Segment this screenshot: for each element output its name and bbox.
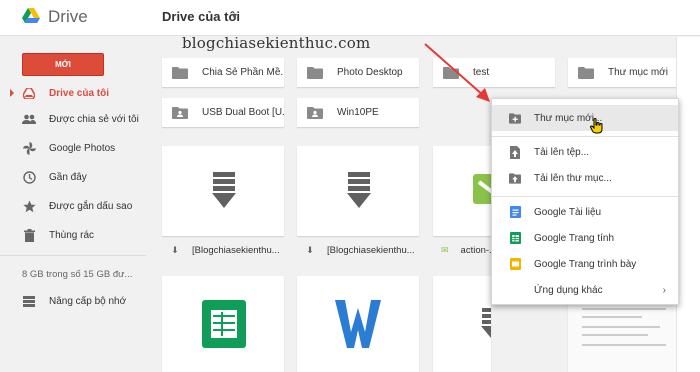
menu-item-more-apps[interactable]: Ứng dụng khác › <box>492 277 678 303</box>
chevron-right-icon: › <box>662 284 666 296</box>
hand-cursor-icon <box>590 118 603 134</box>
menu-divider <box>492 196 678 197</box>
new-folder-icon <box>509 112 521 124</box>
menu-item-google-slides[interactable]: Google Trang trình bày <box>492 251 678 277</box>
menu-item-label: Google Tài liệu <box>534 206 602 218</box>
new-context-menu: Thư mục mới... Tải lên tệp... Tải lên th… <box>491 98 679 305</box>
menu-item-label: Tải lên thư mục... <box>534 172 612 184</box>
google-sheets-icon <box>509 232 521 244</box>
menu-divider <box>492 136 678 137</box>
more-apps-icon <box>509 284 521 296</box>
menu-item-label: Google Trang trình bày <box>534 258 637 270</box>
menu-item-google-docs[interactable]: Google Tài liệu <box>492 199 678 225</box>
upload-file-icon <box>509 145 521 159</box>
menu-item-upload-folder[interactable]: Tải lên thư mục... <box>492 165 678 191</box>
menu-item-new-folder[interactable]: Thư mục mới... <box>492 105 678 131</box>
menu-item-google-sheets[interactable]: Google Trang tính <box>492 225 678 251</box>
menu-item-label: Ứng dụng khác <box>534 284 603 296</box>
upload-folder-icon <box>509 172 521 184</box>
menu-item-label: Tải lên tệp... <box>534 146 590 158</box>
menu-item-upload-files[interactable]: Tải lên tệp... <box>492 139 678 165</box>
menu-item-label: Google Trang tính <box>534 232 615 244</box>
google-docs-icon <box>509 206 521 218</box>
google-slides-icon <box>509 258 521 270</box>
